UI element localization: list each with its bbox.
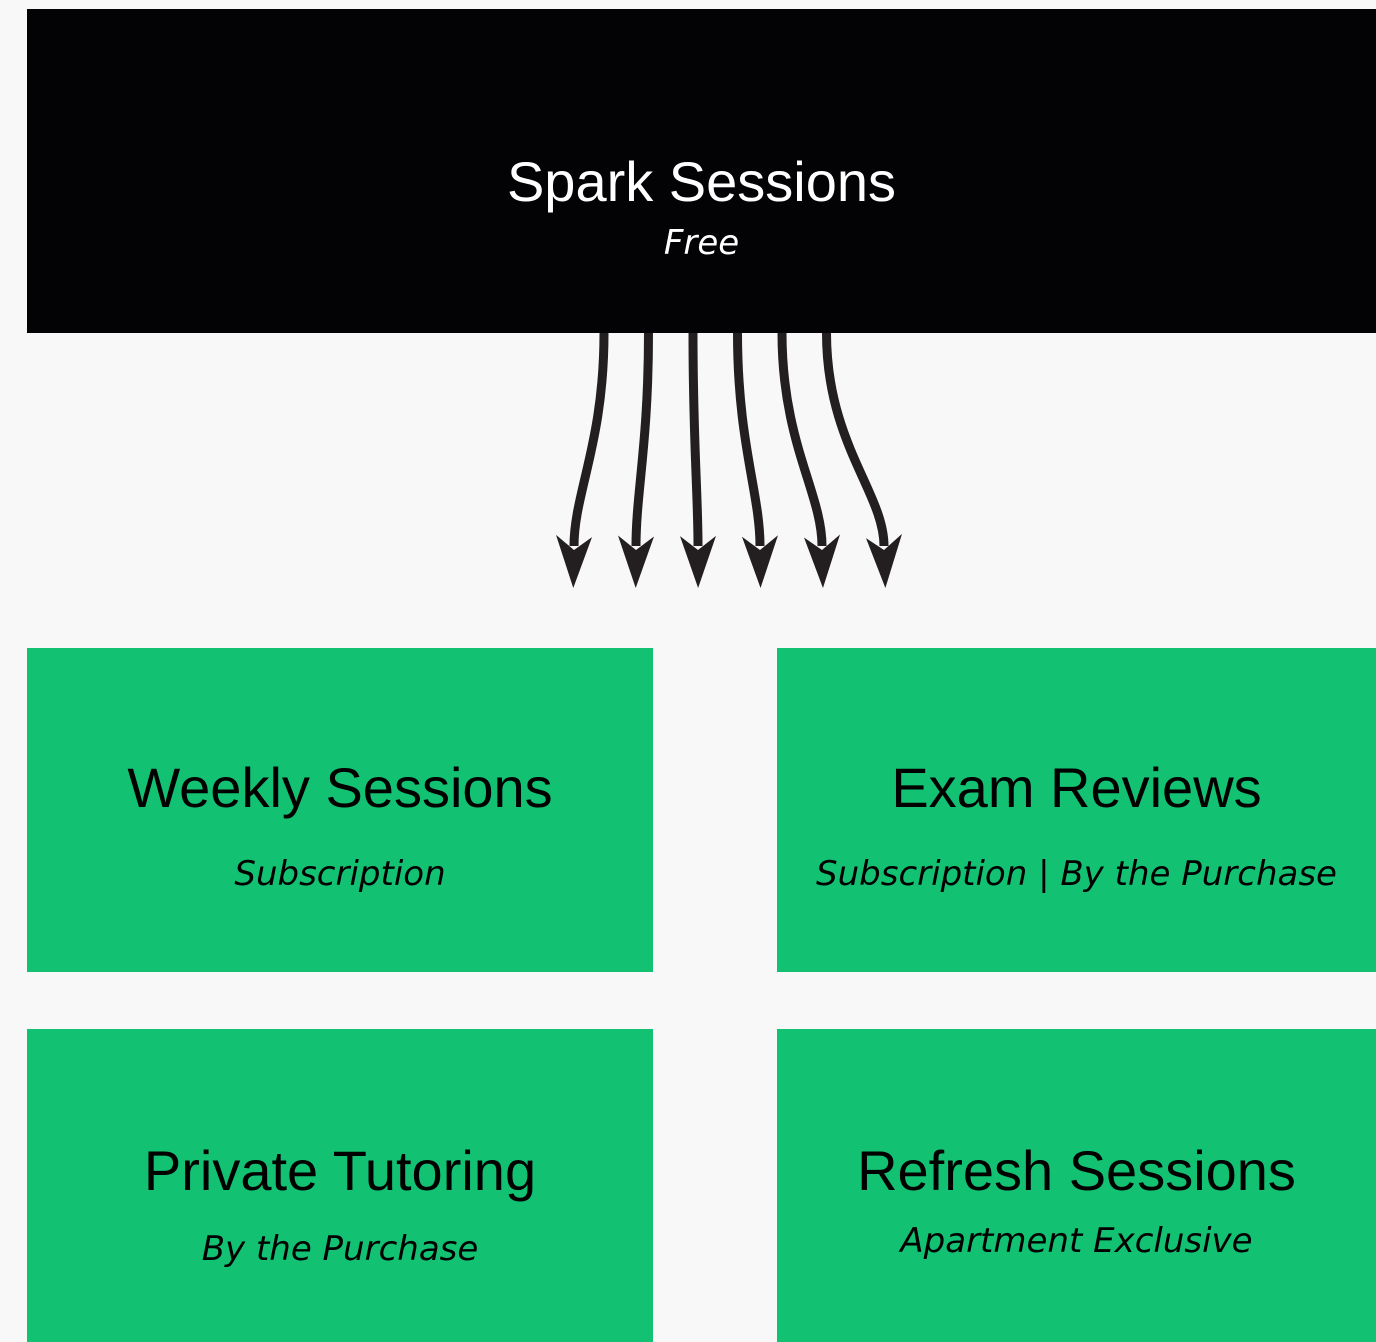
arrowhead: [742, 535, 778, 588]
arrow-shaft: [822, 332, 889, 547]
refresh-sessions-box: Refresh Sessions Apartment Exclusive: [777, 1029, 1376, 1342]
arrowhead: [618, 535, 654, 588]
arrow-shaft: [777, 332, 827, 547]
arrowhead: [866, 533, 902, 588]
arrow-shaft: [569, 332, 609, 547]
spark-sessions-title: Spark Sessions: [506, 150, 897, 213]
spark-sessions-box: Spark Sessions Free: [27, 9, 1376, 333]
private-tutoring-subtitle: By the Purchase: [201, 1229, 479, 1269]
exam-reviews-title: Exam Reviews: [891, 756, 1262, 819]
weekly-sessions-box: Weekly Sessions Subscription: [27, 648, 653, 972]
refresh-sessions-title: Refresh Sessions: [857, 1139, 1296, 1202]
arrow-shaft: [688, 332, 703, 547]
arrowhead: [680, 535, 716, 588]
arrowhead: [556, 534, 592, 588]
arrow-shaft: [631, 332, 653, 547]
private-tutoring-title: Private Tutoring: [143, 1139, 537, 1202]
exam-reviews-subtitle: Subscription | By the Purchase: [816, 854, 1337, 894]
weekly-sessions-subtitle: Subscription: [234, 854, 446, 894]
private-tutoring-box: Private Tutoring By the Purchase: [27, 1029, 653, 1342]
refresh-sessions-subtitle: Apartment Exclusive: [900, 1221, 1253, 1261]
arrow-shaft: [733, 332, 765, 547]
spark-sessions-subtitle: Free: [663, 223, 740, 263]
weekly-sessions-title: Weekly Sessions: [127, 756, 553, 819]
arrowhead: [804, 534, 840, 588]
exam-reviews-box: Exam Reviews Subscription | By the Purch…: [777, 648, 1376, 972]
